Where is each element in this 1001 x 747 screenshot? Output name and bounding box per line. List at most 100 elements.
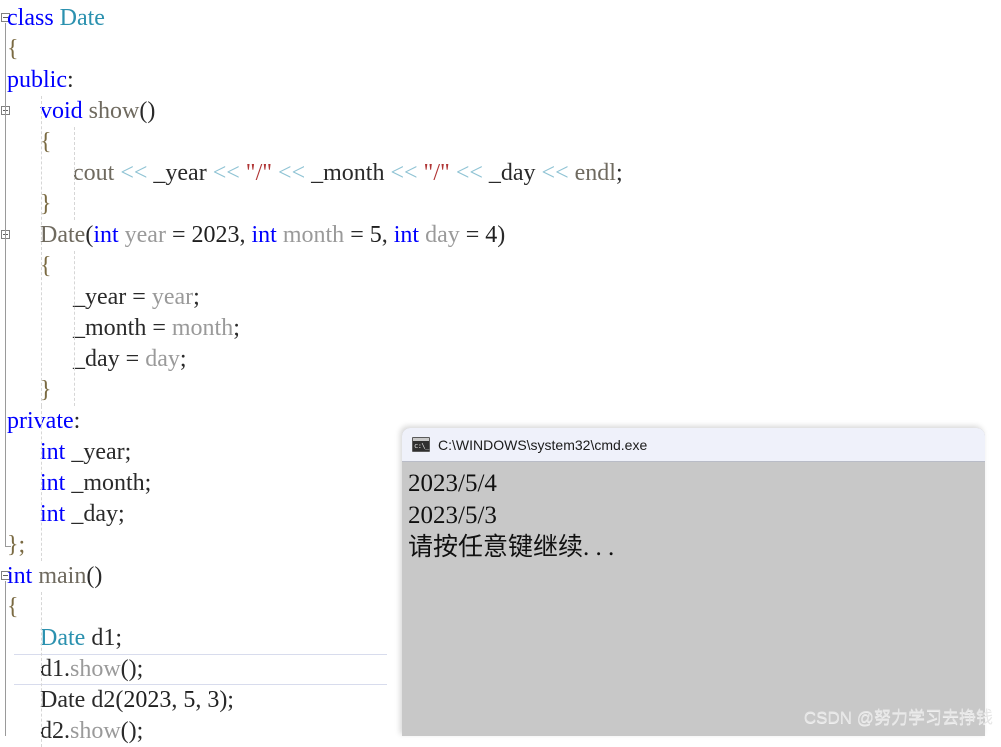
code-line[interactable]: d2.show();: [40, 716, 143, 747]
fold-gutter[interactable]: [0, 0, 14, 736]
code-token: year: [124, 222, 166, 248]
code-line[interactable]: _month = month;: [73, 313, 240, 344]
code-token: show: [70, 656, 121, 682]
cmd-console-window[interactable]: C:\WINDOWS\system32\cmd.exe 2023/5/42023…: [402, 428, 985, 736]
code-token: ;: [615, 160, 623, 186]
cmd-icon: [412, 437, 430, 452]
code-line[interactable]: private:: [7, 406, 80, 437]
code-token: cout: [73, 160, 115, 186]
console-titlebar[interactable]: C:\WINDOWS\system32\cmd.exe: [402, 428, 985, 462]
code-token: int: [393, 222, 420, 248]
code-line[interactable]: Date d2(2023, 5, 3);: [40, 685, 234, 716]
code-line[interactable]: _year = year;: [73, 282, 200, 313]
code-token: int: [40, 501, 66, 527]
code-token: _day: [482, 160, 542, 186]
code-token: <<: [541, 160, 569, 186]
code-token: =: [126, 284, 152, 310]
code-token: d2(: [85, 687, 124, 713]
console-title-text: C:\WINDOWS\system32\cmd.exe: [438, 436, 648, 453]
code-token: =: [146, 315, 172, 341]
code-line[interactable]: Date d1;: [40, 623, 122, 654]
code-token: d2.: [40, 718, 70, 744]
console-output-line: 2023/5/4: [408, 470, 497, 497]
console-output-line: 请按任意键继续. . .: [408, 534, 615, 561]
code-token: d1;: [85, 625, 122, 651]
code-token: _day: [73, 346, 120, 372]
code-token: 3: [207, 687, 220, 713]
code-token: _month;: [65, 470, 152, 496]
code-token: day: [425, 222, 460, 248]
code-token: ,: [195, 687, 208, 713]
code-line[interactable]: {: [7, 592, 19, 623]
code-token: int: [251, 222, 277, 248]
code-line[interactable]: Date(int year = 2023, int month = 5, int…: [40, 220, 505, 251]
code-token: "/": [245, 160, 273, 186]
code-token: void: [40, 98, 83, 124]
code-token: d1.: [40, 656, 70, 682]
code-token: month: [282, 222, 345, 248]
code-token: main: [38, 563, 87, 589]
code-token: <<: [212, 160, 240, 186]
code-token: =: [344, 222, 370, 248]
indent-guide: [41, 96, 42, 406]
code-token: ,: [171, 687, 184, 713]
code-token: "/": [423, 160, 450, 186]
code-token: 4: [485, 222, 498, 248]
fold-connector-class: [5, 23, 6, 546]
code-line[interactable]: int _month;: [40, 468, 151, 499]
indent-guide: [74, 251, 75, 406]
code-token: :: [67, 67, 74, 93]
indent-guide: [41, 406, 42, 561]
code-token: class: [7, 5, 54, 31]
code-token: <<: [390, 160, 418, 186]
code-token: _month: [73, 315, 147, 341]
code-token: );: [219, 687, 234, 713]
code-line[interactable]: };: [7, 530, 25, 561]
fold-connector-main: [5, 581, 6, 736]
code-token: 5: [369, 222, 382, 248]
code-token: show: [88, 98, 140, 124]
code-token: _month: [305, 160, 391, 186]
code-token: ,: [381, 222, 394, 248]
code-token: Date: [40, 222, 86, 248]
code-line[interactable]: _day = day;: [73, 344, 187, 375]
code-token: <<: [120, 160, 148, 186]
code-token: =: [459, 222, 486, 248]
code-token: year: [151, 284, 194, 310]
code-token: ();: [120, 718, 144, 744]
code-token: =: [119, 346, 146, 372]
code-line[interactable]: class Date: [7, 3, 105, 34]
code-token: Date: [40, 625, 86, 651]
code-token: int: [40, 439, 66, 465]
code-line[interactable]: {: [7, 34, 19, 65]
code-line[interactable]: int main(): [7, 561, 102, 592]
indent-guide: [74, 127, 75, 220]
code-token: _year: [147, 160, 213, 186]
indent-guide: [41, 592, 42, 747]
code-token: };: [7, 532, 26, 558]
code-token: public: [7, 67, 67, 93]
code-token: {: [7, 36, 19, 62]
code-line[interactable]: cout << _year << "/" << _month << "/" <<…: [73, 158, 623, 189]
code-line[interactable]: d1.show();: [40, 654, 143, 685]
code-token: (): [139, 98, 156, 124]
code-token: =: [165, 222, 192, 248]
code-token: ;: [193, 284, 200, 310]
code-token: (): [86, 563, 103, 589]
code-line[interactable]: void show(): [40, 96, 155, 127]
code-token: int: [40, 470, 66, 496]
code-line[interactable]: int _year;: [40, 437, 131, 468]
code-token: {: [7, 594, 19, 620]
code-token: _year;: [65, 439, 132, 465]
code-token: int: [93, 222, 119, 248]
code-line[interactable]: public:: [7, 65, 74, 96]
code-token: Date: [40, 687, 86, 713]
code-token: 2023: [191, 222, 240, 248]
code-token: ();: [120, 656, 144, 682]
code-line[interactable]: int _day;: [40, 499, 125, 530]
console-output: 2023/5/4 2023/5/3 请按任意键继续. . .: [402, 462, 985, 564]
console-output-line: 2023/5/3: [408, 502, 497, 529]
code-token: Date: [59, 5, 105, 31]
code-token: ): [497, 222, 506, 248]
code-token: :: [73, 408, 81, 434]
